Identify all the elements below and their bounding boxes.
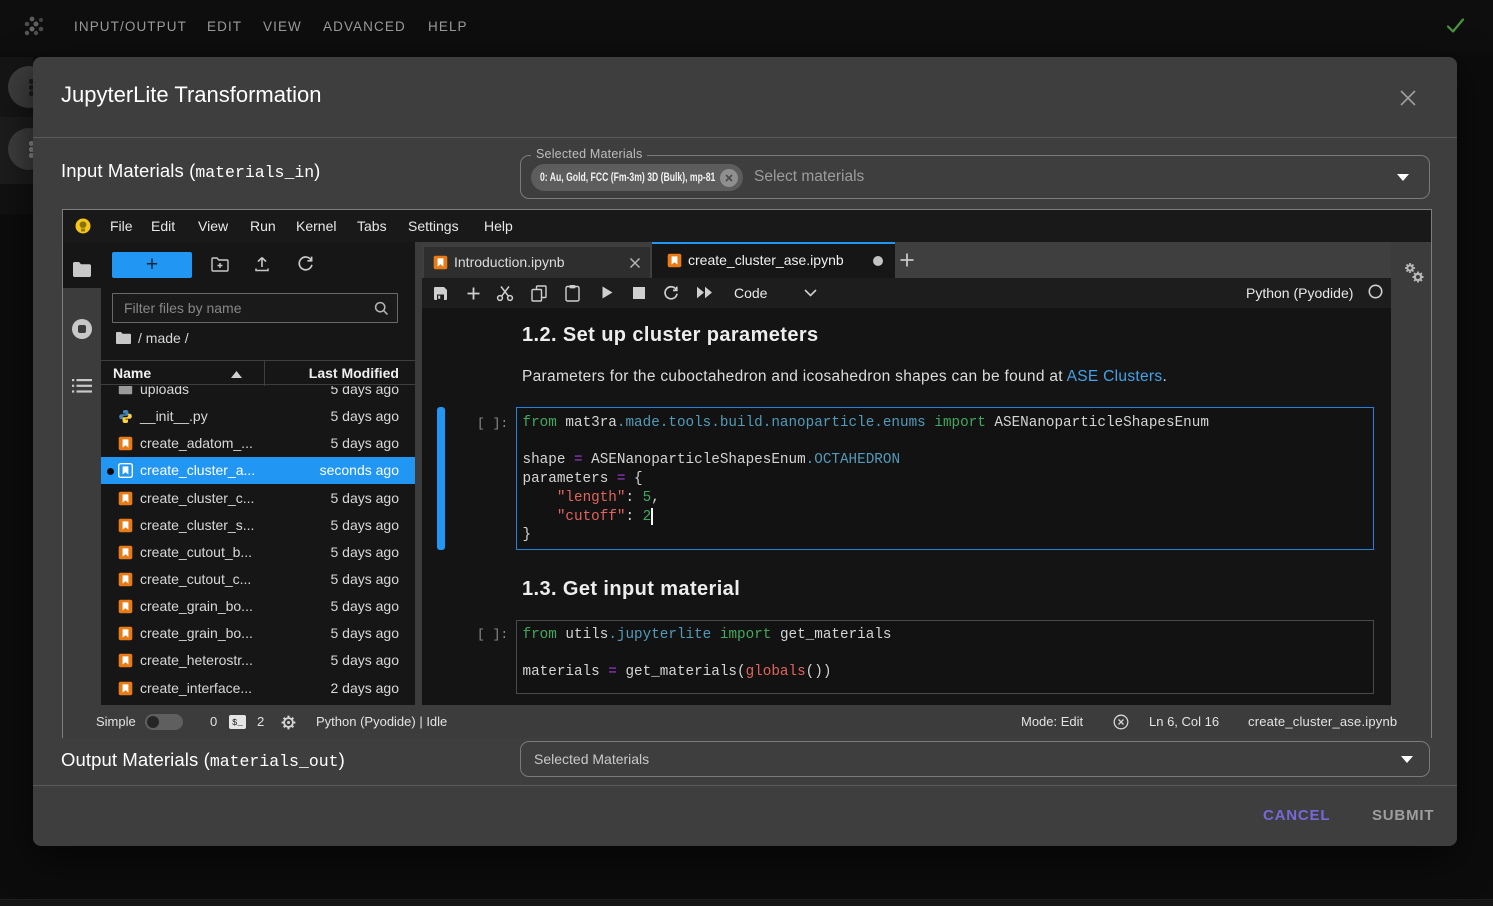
svg-text:$_: $_: [232, 718, 243, 728]
